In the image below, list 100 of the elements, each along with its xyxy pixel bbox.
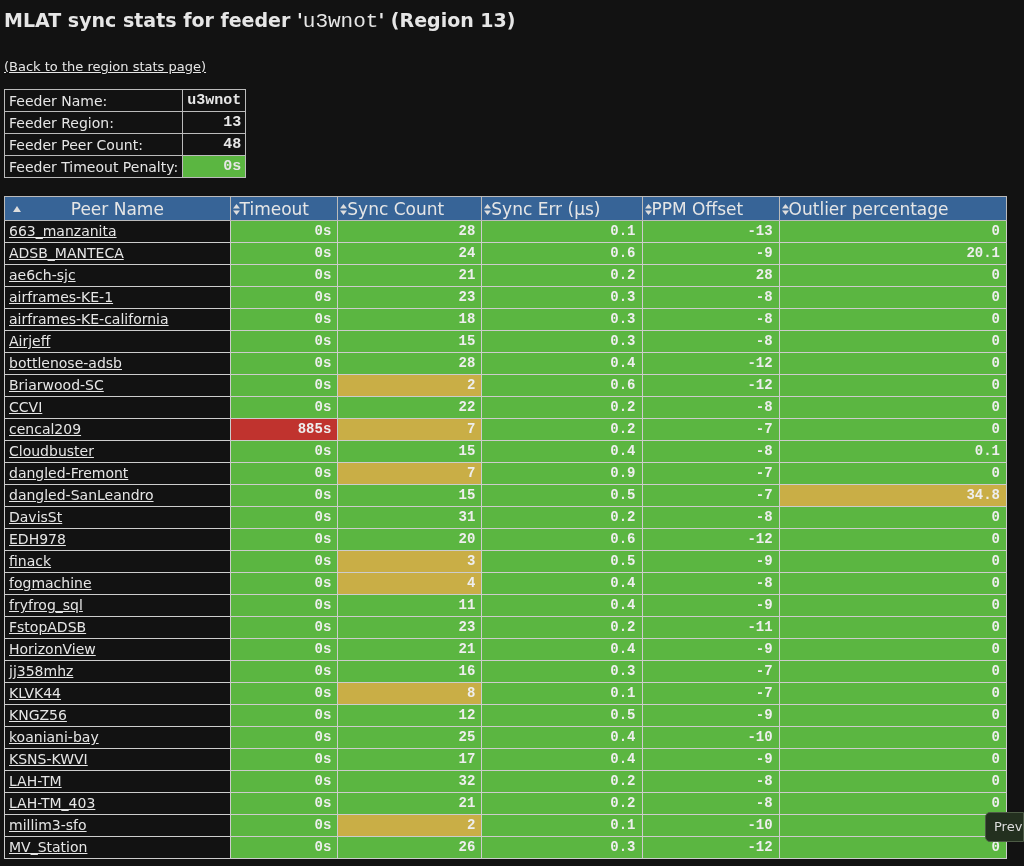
column-header[interactable]: Sync Err (µs) — [481, 196, 642, 221]
peer-link[interactable]: KLVK44 — [9, 685, 61, 701]
peer-link[interactable]: Airjeff — [9, 333, 51, 349]
table-cell: 16 — [337, 660, 482, 683]
table-cell: 0.2 — [481, 792, 642, 815]
table-cell: 0 — [779, 528, 1007, 551]
table-cell: 0.4 — [481, 352, 642, 375]
table-cell: 0.2 — [481, 616, 642, 639]
peer-link[interactable]: LAH-TM — [9, 773, 62, 789]
table-cell: 28 — [642, 264, 780, 287]
column-header[interactable]: Peer Name — [4, 196, 231, 221]
table-cell: 0.9 — [481, 462, 642, 485]
info-label: Feeder Name: — [4, 89, 183, 112]
table-cell: 0.3 — [481, 660, 642, 683]
table-cell: 0.4 — [481, 572, 642, 595]
table-cell: -7 — [642, 660, 780, 683]
peer-link[interactable]: jj358mhz — [9, 663, 74, 679]
peer-link[interactable]: EDH978 — [9, 531, 66, 547]
table-cell: 0 — [779, 660, 1007, 683]
table-cell: 15 — [337, 330, 482, 353]
table-cell: -8 — [642, 572, 780, 595]
table-cell: -9 — [642, 594, 780, 617]
table-cell: -8 — [642, 792, 780, 815]
table-cell: -8 — [642, 506, 780, 529]
table-cell: 23 — [337, 286, 482, 309]
table-cell: 0 — [779, 506, 1007, 529]
info-label: Feeder Peer Count: — [4, 133, 183, 156]
column-header[interactable]: Timeout — [230, 196, 338, 221]
table-cell: 0.4 — [481, 748, 642, 771]
peer-link[interactable]: KNGZ56 — [9, 707, 67, 723]
back-link[interactable]: (Back to the region stats page) — [4, 59, 207, 74]
table-cell: 22 — [337, 396, 482, 419]
peer-link[interactable]: CCVI — [9, 399, 43, 415]
table-cell: -8 — [642, 330, 780, 353]
table-cell: 31 — [337, 506, 482, 529]
table-cell: 4 — [337, 572, 482, 595]
table-cell: -9 — [642, 550, 780, 573]
table-cell: -8 — [642, 440, 780, 463]
table-cell: 0.1 — [481, 814, 642, 837]
info-value: 13 — [182, 111, 246, 134]
table-cell: 0 — [779, 616, 1007, 639]
info-label: Feeder Region: — [4, 111, 183, 134]
table-cell: 0 — [779, 352, 1007, 375]
table-cell: -7 — [642, 682, 780, 705]
table-cell: 0 — [779, 770, 1007, 793]
table-cell: -9 — [642, 638, 780, 661]
table-cell: 0.5 — [481, 484, 642, 507]
table-cell: 0.2 — [481, 418, 642, 441]
table-cell: -9 — [642, 748, 780, 771]
table-cell: 21 — [337, 638, 482, 661]
table-cell: 0.6 — [481, 374, 642, 397]
table-cell: 0.2 — [481, 770, 642, 793]
table-cell: 24 — [337, 242, 482, 265]
table-cell: 0.4 — [481, 726, 642, 749]
table-cell: 21 — [337, 792, 482, 815]
table-cell: 34.8 — [779, 484, 1007, 507]
column-header[interactable]: PPM Offset — [642, 196, 780, 221]
page-title: MLAT sync stats for feeder 'u3wnot' (Region 13) — [4, 8, 517, 34]
table-cell: 0 — [779, 594, 1007, 617]
peer-link[interactable]: DavisSt — [9, 509, 63, 525]
table-cell: 0.1 — [481, 220, 642, 243]
table-cell: 0.2 — [481, 506, 642, 529]
table-cell: 11 — [337, 594, 482, 617]
table-cell: -7 — [642, 484, 780, 507]
table-cell: 0.6 — [481, 242, 642, 265]
table-cell: -8 — [642, 770, 780, 793]
table-cell: 0 — [779, 396, 1007, 419]
table-cell: 20 — [337, 528, 482, 551]
table-cell: 0 — [779, 572, 1007, 595]
table-cell: 32 — [337, 770, 482, 793]
table-cell: 17 — [337, 748, 482, 771]
table-cell: -7 — [642, 418, 780, 441]
table-cell: 8 — [337, 682, 482, 705]
info-value: 48 — [182, 133, 246, 156]
table-cell: 26 — [337, 836, 482, 859]
table-cell: 0 — [779, 330, 1007, 353]
table-cell: 0.4 — [481, 440, 642, 463]
table-cell: -12 — [642, 528, 780, 551]
table-cell: 0.1 — [779, 440, 1007, 463]
table-cell: 20.1 — [779, 242, 1007, 265]
peer-link[interactable]: finack — [9, 553, 52, 569]
table-cell: 3 — [337, 550, 482, 573]
table-cell: -8 — [642, 308, 780, 331]
table-cell: 0.3 — [481, 308, 642, 331]
table-cell: 15 — [337, 440, 482, 463]
column-header[interactable]: Outlier percentage — [779, 196, 1007, 221]
table-cell: 12 — [337, 704, 482, 727]
table-cell: 0 — [779, 550, 1007, 573]
table-cell: -11 — [642, 616, 780, 639]
column-header[interactable]: Sync Count — [337, 196, 482, 221]
table-cell: -12 — [642, 352, 780, 375]
info-label: Feeder Timeout Penalty: — [4, 155, 183, 178]
table-cell: 0 — [779, 462, 1007, 485]
table-cell: 0 — [779, 748, 1007, 771]
table-cell: -7 — [642, 462, 780, 485]
table-cell: 0 — [779, 726, 1007, 749]
table-cell: 0 — [779, 704, 1007, 727]
table-cell: -12 — [642, 374, 780, 397]
table-cell: 0 — [779, 264, 1007, 287]
table-cell: 0.2 — [481, 264, 642, 287]
